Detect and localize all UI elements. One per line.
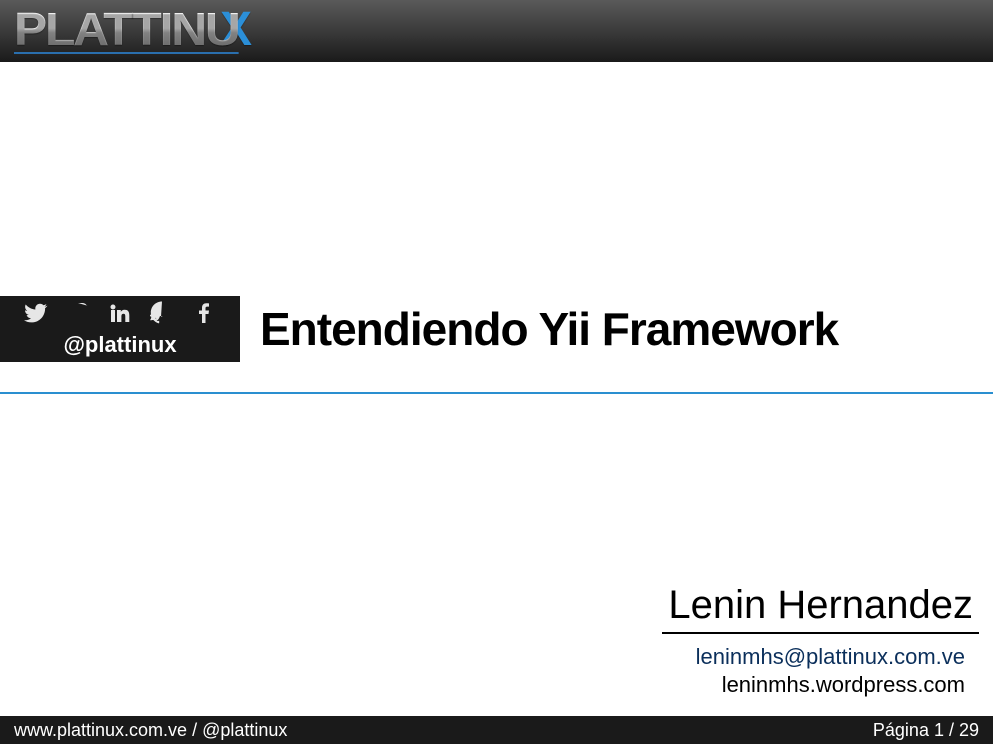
footer-left: www.plattinux.com.ve / @plattinux — [14, 720, 287, 741]
footer-separator: / — [187, 720, 202, 740]
author-email: leninmhs@plattinux.com.ve — [662, 644, 979, 670]
author-block: Lenin Hernandez leninmhs@plattinux.com.v… — [662, 583, 979, 698]
brand-name: PLATTINU — [14, 9, 239, 54]
facebook-icon — [192, 301, 216, 330]
author-site: leninmhs.wordpress.com — [662, 672, 979, 698]
social-box: @plattinux — [0, 296, 240, 362]
twitter-icon — [24, 301, 48, 330]
author-name: Lenin Hernandez — [662, 583, 979, 634]
social-handle: @plattinux — [63, 332, 176, 358]
header-bar: PLATTINU X — [0, 0, 993, 62]
social-icons-row — [24, 301, 216, 330]
instagram-icon — [66, 301, 90, 330]
title-band: @plattinux Entendiendo Yii Framework — [0, 296, 993, 362]
slide-title: Entendiendo Yii Framework — [240, 302, 838, 356]
slide: PLATTINU X @ — [0, 0, 993, 744]
footer-bar: www.plattinux.com.ve / @plattinux Página… — [0, 716, 993, 744]
footer-handle: @plattinux — [202, 720, 287, 740]
footer-website: www.plattinux.com.ve — [14, 720, 187, 740]
title-underline — [0, 392, 993, 394]
brand-logo: PLATTINU X — [14, 8, 250, 54]
footer-page: Página 1 / 29 — [873, 720, 979, 741]
linkedin-icon — [108, 301, 132, 330]
github-icon — [150, 301, 174, 330]
